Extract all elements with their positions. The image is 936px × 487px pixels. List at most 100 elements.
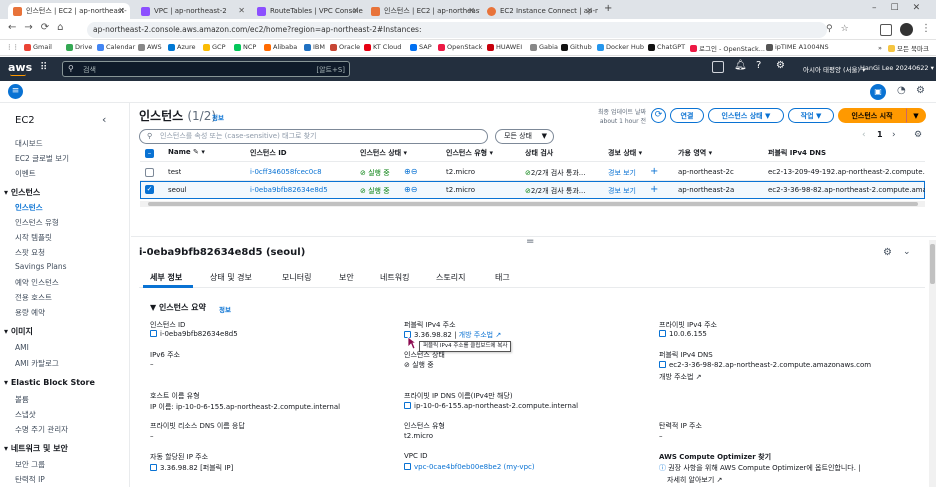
- sidebar-item-dashboard[interactable]: 대시보드: [15, 138, 43, 149]
- summary-heading[interactable]: ▼ 인스턴스 요약: [150, 302, 206, 313]
- vpc-link[interactable]: vpc-0cae4bf0eb00e8be2 (my-vpc): [414, 463, 535, 471]
- add-alarm-icon[interactable]: +: [650, 166, 658, 177]
- close-icon[interactable]: ✕: [468, 6, 475, 15]
- tab-networking[interactable]: 네트워킹: [380, 272, 409, 283]
- row-checkbox-checked[interactable]: ✓: [145, 185, 154, 194]
- sidebar-section-ebs[interactable]: ▾ Elastic Block Store: [4, 378, 95, 387]
- row-checkbox[interactable]: [145, 168, 154, 177]
- bookmark[interactable]: Gmail: [24, 43, 52, 51]
- settings-icon[interactable]: ⚙: [916, 85, 925, 96]
- sidebar-item-snapshots[interactable]: 스냅샷: [15, 409, 36, 420]
- settings-gear-icon[interactable]: ⚙: [883, 247, 892, 258]
- connect-button[interactable]: 연결: [670, 108, 704, 123]
- browser-tab[interactable]: VPC | ap-northeast-2 ✕: [136, 3, 250, 19]
- browser-tab[interactable]: RouteTables | VPC Console ✕: [252, 3, 364, 19]
- sidebar-item-instances[interactable]: 인스턴스: [15, 202, 43, 213]
- aws-search-input[interactable]: ⚲ 검색 [알트+S]: [62, 61, 350, 77]
- cell-instance-id[interactable]: i-0eba9bfb82634e8d5: [250, 186, 350, 194]
- page-number[interactable]: 1: [877, 130, 883, 139]
- sidebar-item-savings-plans[interactable]: Savings Plans: [15, 262, 67, 271]
- sidebar-item-volumes[interactable]: 볼륨: [15, 394, 29, 405]
- bookmark[interactable]: KT Cloud: [364, 43, 401, 51]
- account-menu[interactable]: HanGi Lee 20240622 ▾: [860, 64, 934, 72]
- cloudshell-icon[interactable]: [712, 61, 724, 73]
- bookmark[interactable]: Docker Hub: [597, 43, 644, 51]
- bookmark[interactable]: Gabia: [530, 43, 558, 51]
- bookmark[interactable]: SAP: [410, 43, 432, 51]
- sidebar-item-ami-catalog[interactable]: AMI 카탈로그: [15, 358, 59, 369]
- browser-tab[interactable]: 인스턴스 | EC2 | ap-northeast- ✕: [8, 3, 130, 19]
- state-filter-select[interactable]: 모든 상태 ▼: [495, 129, 554, 144]
- public-dns-open-link[interactable]: 개방 주소법 ↗: [659, 372, 702, 382]
- zoom-icons[interactable]: ⊕⊖: [404, 185, 417, 194]
- scrollbar-thumb[interactable]: [930, 244, 935, 284]
- bookmark[interactable]: 로그인 - OpenStack...: [690, 43, 765, 53]
- nav-buttons[interactable]: ←→⟳⌂: [8, 22, 71, 33]
- browser-tab[interactable]: EC2 Instance Connect | ap-nor ✕: [482, 3, 598, 19]
- table-settings-icon[interactable]: ⚙: [914, 130, 922, 140]
- new-tab-icon[interactable]: +: [604, 3, 612, 14]
- close-icon[interactable]: ✕: [238, 6, 245, 15]
- tab-storage[interactable]: 스토리지: [436, 272, 465, 283]
- zoom-icons[interactable]: ⊕⊖: [404, 167, 417, 176]
- url-input[interactable]: ap-northeast-2.console.aws.amazon.com/ec…: [87, 22, 827, 38]
- bookmark[interactable]: GCP: [203, 43, 226, 51]
- bookmark[interactable]: Calendar: [97, 43, 135, 51]
- view-alarms-link[interactable]: 경보 보기: [608, 168, 636, 178]
- sidebar-item-global-view[interactable]: EC2 글로벌 보기: [15, 153, 69, 164]
- bookmark[interactable]: AWS: [138, 43, 162, 51]
- tab-tags[interactable]: 태그: [495, 272, 510, 283]
- apps-icon[interactable]: ⋮⋮: [6, 43, 19, 51]
- copy-icon[interactable]: [659, 361, 666, 368]
- hamburger-menu-icon[interactable]: ≡: [8, 84, 23, 99]
- instance-filter-input[interactable]: ⚲ 인스턴스를 속성 또는 (case-sensitive) 태그로 찾기: [139, 129, 488, 144]
- bookmark[interactable]: IBM: [304, 43, 325, 51]
- settings-gear-icon[interactable]: ⚙: [776, 60, 785, 71]
- column-header-public-dns[interactable]: 퍼블릭 IPv4 DNS: [768, 148, 826, 158]
- extensions-icon[interactable]: [880, 24, 892, 36]
- help-icon[interactable]: ?: [756, 60, 761, 71]
- sidebar-item-spot-requests[interactable]: 스팟 요청: [15, 247, 45, 258]
- scrollbar-thumb[interactable]: [148, 202, 918, 206]
- prev-page-icon[interactable]: ‹: [862, 130, 866, 140]
- feedback-icon[interactable]: ◔: [897, 85, 906, 96]
- tab-monitoring[interactable]: 모니터링: [282, 272, 311, 283]
- sidebar-item-launch-templates[interactable]: 시작 템플릿: [15, 232, 52, 243]
- column-header-az[interactable]: 가용 영역 ▾: [678, 148, 712, 158]
- view-alarms-link[interactable]: 경보 보기: [608, 186, 636, 196]
- other-bookmarks[interactable]: » 모든 북마크: [878, 43, 929, 53]
- column-header-status-check[interactable]: 상태 검사: [525, 148, 553, 158]
- tab-status-alarms[interactable]: 상태 및 경보: [210, 272, 252, 283]
- close-icon[interactable]: ✕: [352, 6, 359, 15]
- bookmark[interactable]: Oracle: [330, 43, 360, 51]
- close-icon[interactable]: ✕: [118, 6, 125, 15]
- launch-dropdown-icon[interactable]: ▼: [906, 108, 926, 123]
- launch-instance-button[interactable]: 인스턴스 시작: [838, 108, 906, 123]
- open-address-link[interactable]: 개방 주소법: [459, 331, 493, 339]
- learn-more-link[interactable]: 자세히 알아보기 ↗: [667, 475, 722, 485]
- cell-instance-id[interactable]: i-0cff346058fcec0c8: [250, 168, 350, 176]
- actions-button[interactable]: 작업 ▼: [788, 108, 834, 123]
- bookmark[interactable]: HUAWEI: [487, 43, 522, 51]
- column-header-type[interactable]: 인스턴스 유형 ▾: [446, 148, 493, 158]
- bookmark[interactable]: Azure: [168, 43, 196, 51]
- chevron-down-icon[interactable]: ⌄: [903, 247, 911, 257]
- aws-logo[interactable]: aws: [8, 61, 32, 74]
- sidebar-item-security-groups[interactable]: 보안 그룹: [15, 459, 45, 470]
- sidebar-item-capacity[interactable]: 용량 예약: [15, 307, 45, 318]
- window-controls[interactable]: –☐✕: [872, 3, 934, 13]
- refresh-icon[interactable]: ⟳: [651, 108, 666, 123]
- region-selector[interactable]: 아시아 태평양 (서울) ▾: [803, 64, 865, 74]
- select-all-checkbox[interactable]: –: [145, 149, 154, 158]
- sidebar-item-lifecycle[interactable]: 수명 주기 관리자: [15, 424, 68, 435]
- sidebar-item-reserved[interactable]: 예약 인스턴스: [15, 277, 59, 288]
- sidebar-item-dedicated-hosts[interactable]: 전용 호스트: [15, 292, 52, 303]
- instance-state-button[interactable]: 인스턴스 상태 ▼: [708, 108, 784, 123]
- copy-icon[interactable]: [150, 464, 157, 471]
- copy-icon[interactable]: [659, 330, 666, 337]
- column-header-alarm[interactable]: 경보 상태 ▾: [608, 148, 642, 158]
- column-header-instance-id[interactable]: 인스턴스 ID: [250, 148, 287, 158]
- toolbar-icons[interactable]: ⚲☆: [826, 24, 857, 34]
- bookmark[interactable]: ipTIME A1004NS: [766, 43, 829, 51]
- notifications-panel-icon[interactable]: ▣: [870, 84, 886, 100]
